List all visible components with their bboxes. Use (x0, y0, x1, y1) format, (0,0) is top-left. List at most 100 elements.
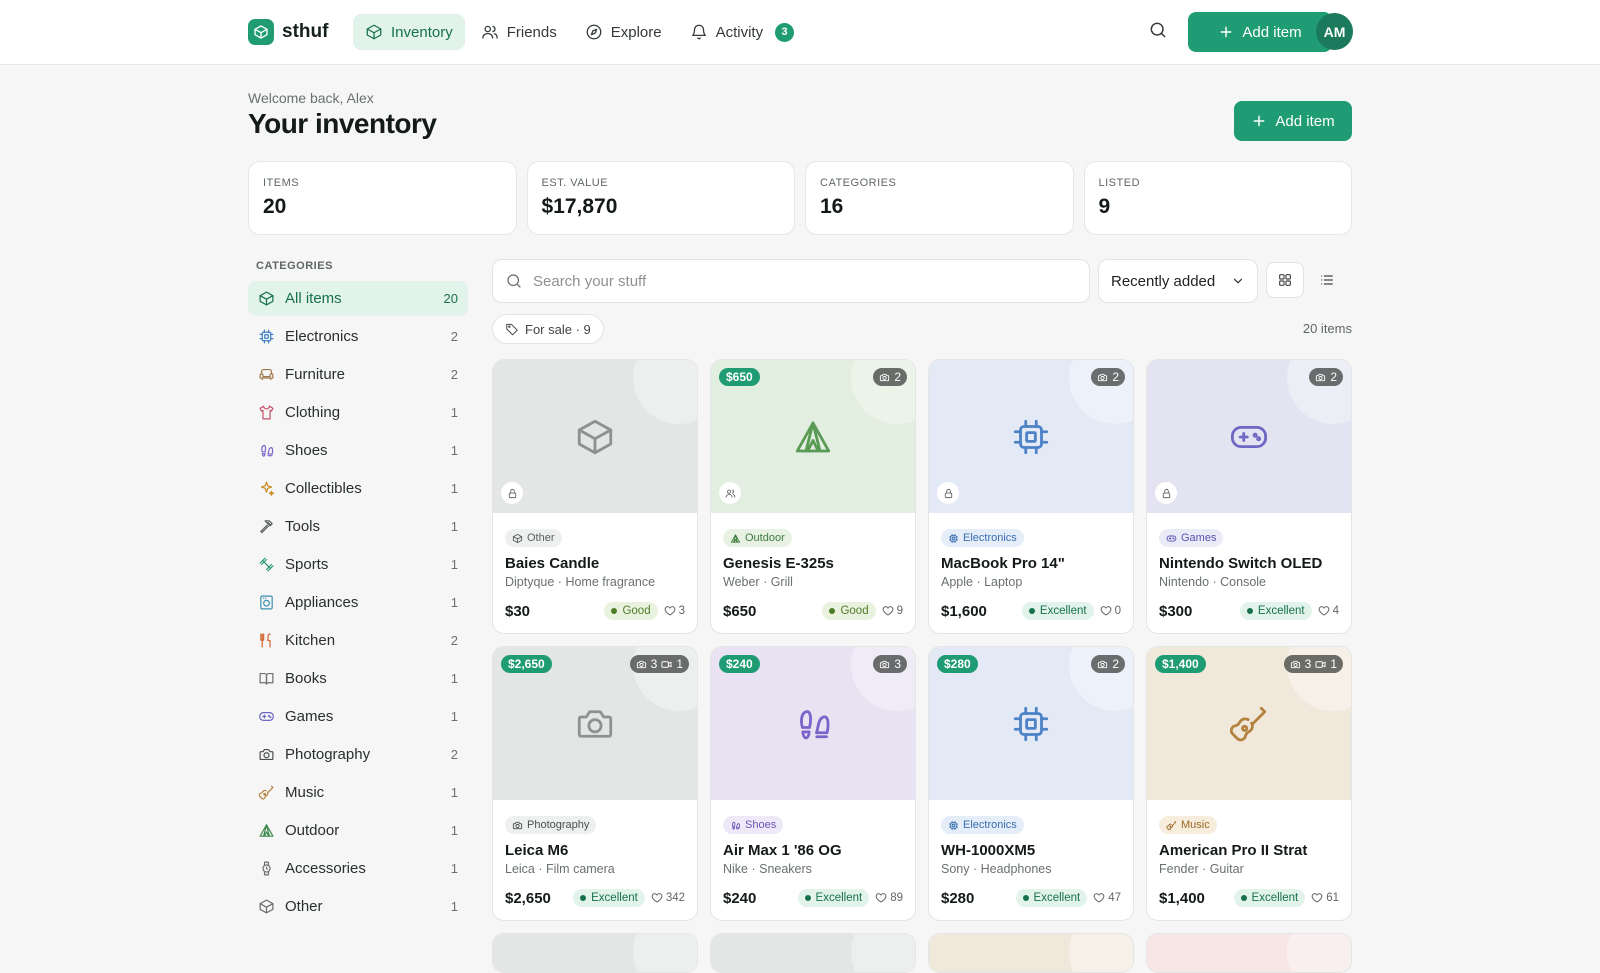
gamepad-icon (258, 708, 285, 725)
category-item-furniture[interactable]: Furniture 2 (248, 357, 468, 392)
condition-badge: Excellent (1021, 602, 1094, 620)
category-label: Tools (285, 518, 321, 535)
search-input[interactable] (533, 272, 1073, 290)
category-item-outdoor[interactable]: Outdoor 1 (248, 813, 468, 848)
item-name: WH-1000XM5 (941, 842, 1036, 859)
category-item-games[interactable]: Games 1 (248, 699, 468, 734)
compass-icon (586, 24, 602, 40)
category-count: 1 (450, 861, 458, 876)
item-price: $2,650 (505, 889, 551, 907)
item-brand-type: Apple · Laptop (941, 575, 1023, 589)
category-count: 2 (450, 367, 458, 382)
box-icon (512, 533, 523, 543)
add-item-label: Add item (1242, 23, 1302, 41)
item-image: $650 2 (711, 360, 915, 513)
likes[interactable]: 342 (651, 892, 685, 904)
photo-count: 2 (1330, 370, 1337, 384)
heart-icon (1100, 606, 1111, 616)
for-sale-filter-chip[interactable]: For sale · 9 (492, 314, 604, 344)
item-card-partial[interactable] (492, 933, 698, 973)
item-image: $2,650 3 1 (493, 647, 697, 800)
category-item-appliances[interactable]: Appliances 1 (248, 585, 468, 620)
likes[interactable]: 61 (1311, 892, 1339, 904)
like-count: 342 (665, 892, 685, 904)
likes[interactable]: 0 (1100, 605, 1121, 617)
item-card-partial[interactable] (710, 933, 916, 973)
tent-icon (792, 416, 834, 458)
category-label: Books (285, 670, 327, 687)
category-item-accessories[interactable]: Accessories 1 (248, 851, 468, 886)
category-item-shoes[interactable]: Shoes 1 (248, 433, 468, 468)
for-sale-price-tag: $240 (719, 655, 760, 673)
likes[interactable]: 3 (664, 605, 685, 617)
search-icon[interactable] (1148, 20, 1172, 44)
category-label: Collectibles (285, 480, 362, 497)
item-card[interactable]: $650 2 Outdoor Genesis E-325s Weber · Gr… (710, 359, 916, 634)
item-card[interactable]: $240 3 Shoes Air Max 1 '86 OG Nike · Sne… (710, 646, 916, 921)
top-bar: sthuf Inventory Friends Explore Activity… (0, 0, 1600, 65)
sparkles-icon (258, 480, 285, 497)
category-count: 1 (450, 785, 458, 800)
grid-icon (1279, 274, 1291, 286)
item-card[interactable]: $2,650 3 1 Photography Leica M6 Leica · … (492, 646, 698, 921)
category-label: Accessories (285, 860, 366, 877)
category-item-collectibles[interactable]: Collectibles 1 (248, 471, 468, 506)
category-item-sports[interactable]: Sports 1 (248, 547, 468, 582)
camera-icon (880, 373, 890, 381)
item-card-partial[interactable] (928, 933, 1134, 973)
nav-activity[interactable]: Activity 3 (678, 14, 807, 50)
nav-inventory[interactable]: Inventory (353, 14, 465, 50)
add-item-button[interactable]: Add item (1188, 12, 1332, 52)
category-item-electronics[interactable]: Electronics 2 (248, 319, 468, 354)
item-card[interactable]: 2 Games Nintendo Switch OLED Nintendo · … (1146, 359, 1352, 634)
nav-friends[interactable]: Friends (469, 14, 569, 50)
page-title: Your inventory (248, 108, 437, 139)
item-image (493, 934, 697, 972)
nav-explore[interactable]: Explore (573, 14, 674, 50)
add-item-button-header[interactable]: Add item (1234, 101, 1352, 141)
like-count: 61 (1326, 892, 1339, 904)
like-count: 0 (1114, 605, 1121, 617)
sofa-icon (258, 366, 285, 383)
add-item-label: Add item (1275, 112, 1335, 130)
likes[interactable]: 4 (1318, 605, 1339, 617)
item-brand-type: Leica · Film camera (505, 862, 615, 876)
category-label: Outdoor (285, 822, 340, 839)
for-sale-price-tag: $280 (937, 655, 978, 673)
visibility-lock-icon (1155, 482, 1177, 504)
item-card-partial[interactable] (1146, 933, 1352, 973)
stats-row: ITEMS 20 EST. VALUE $17,870 CATEGORIES 16 L… (248, 161, 1352, 235)
camera-icon (1290, 660, 1300, 668)
item-card[interactable]: $1,400 3 1 Music American Pro II Strat F… (1146, 646, 1352, 921)
search-field[interactable] (492, 259, 1090, 303)
category-item-photography[interactable]: Photography 2 (248, 737, 468, 772)
item-card[interactable]: Other Baies Candle Diptyque · Home fragr… (492, 359, 698, 634)
photo-count: 3 (1304, 657, 1312, 671)
item-card[interactable]: $280 2 Electronics WH-1000XM5 Sony · Hea… (928, 646, 1134, 921)
welcome-text: Welcome back, Alex (248, 90, 374, 106)
category-item-kitchen[interactable]: Kitchen 2 (248, 623, 468, 658)
avatar[interactable]: AM (1316, 13, 1353, 50)
category-item-music[interactable]: Music 1 (248, 775, 468, 810)
category-item-books[interactable]: Books 1 (248, 661, 468, 696)
category-pill: Photography (505, 816, 597, 834)
category-item-clothing[interactable]: Clothing 1 (248, 395, 468, 430)
list-view-button[interactable] (1308, 262, 1346, 298)
chevron-down-icon (1233, 278, 1243, 284)
category-count: 2 (450, 633, 458, 648)
logo[interactable]: sthuf (248, 19, 328, 45)
box-icon (258, 898, 285, 915)
item-price: $650 (723, 602, 757, 620)
likes[interactable]: 9 (882, 605, 903, 617)
likes[interactable]: 89 (875, 892, 903, 904)
logo-box-icon (248, 19, 274, 45)
grid-view-button[interactable] (1266, 262, 1304, 298)
likes[interactable]: 47 (1093, 892, 1121, 904)
category-item-tools[interactable]: Tools 1 (248, 509, 468, 544)
sort-select[interactable]: Recently added (1098, 259, 1258, 303)
item-card[interactable]: 2 Electronics MacBook Pro 14" Apple · La… (928, 359, 1134, 634)
nav-label: Inventory (391, 23, 453, 41)
category-item-all-items[interactable]: All items 20 (248, 281, 468, 316)
category-item-other[interactable]: Other 1 (248, 889, 468, 924)
category-label: Games (285, 708, 334, 725)
